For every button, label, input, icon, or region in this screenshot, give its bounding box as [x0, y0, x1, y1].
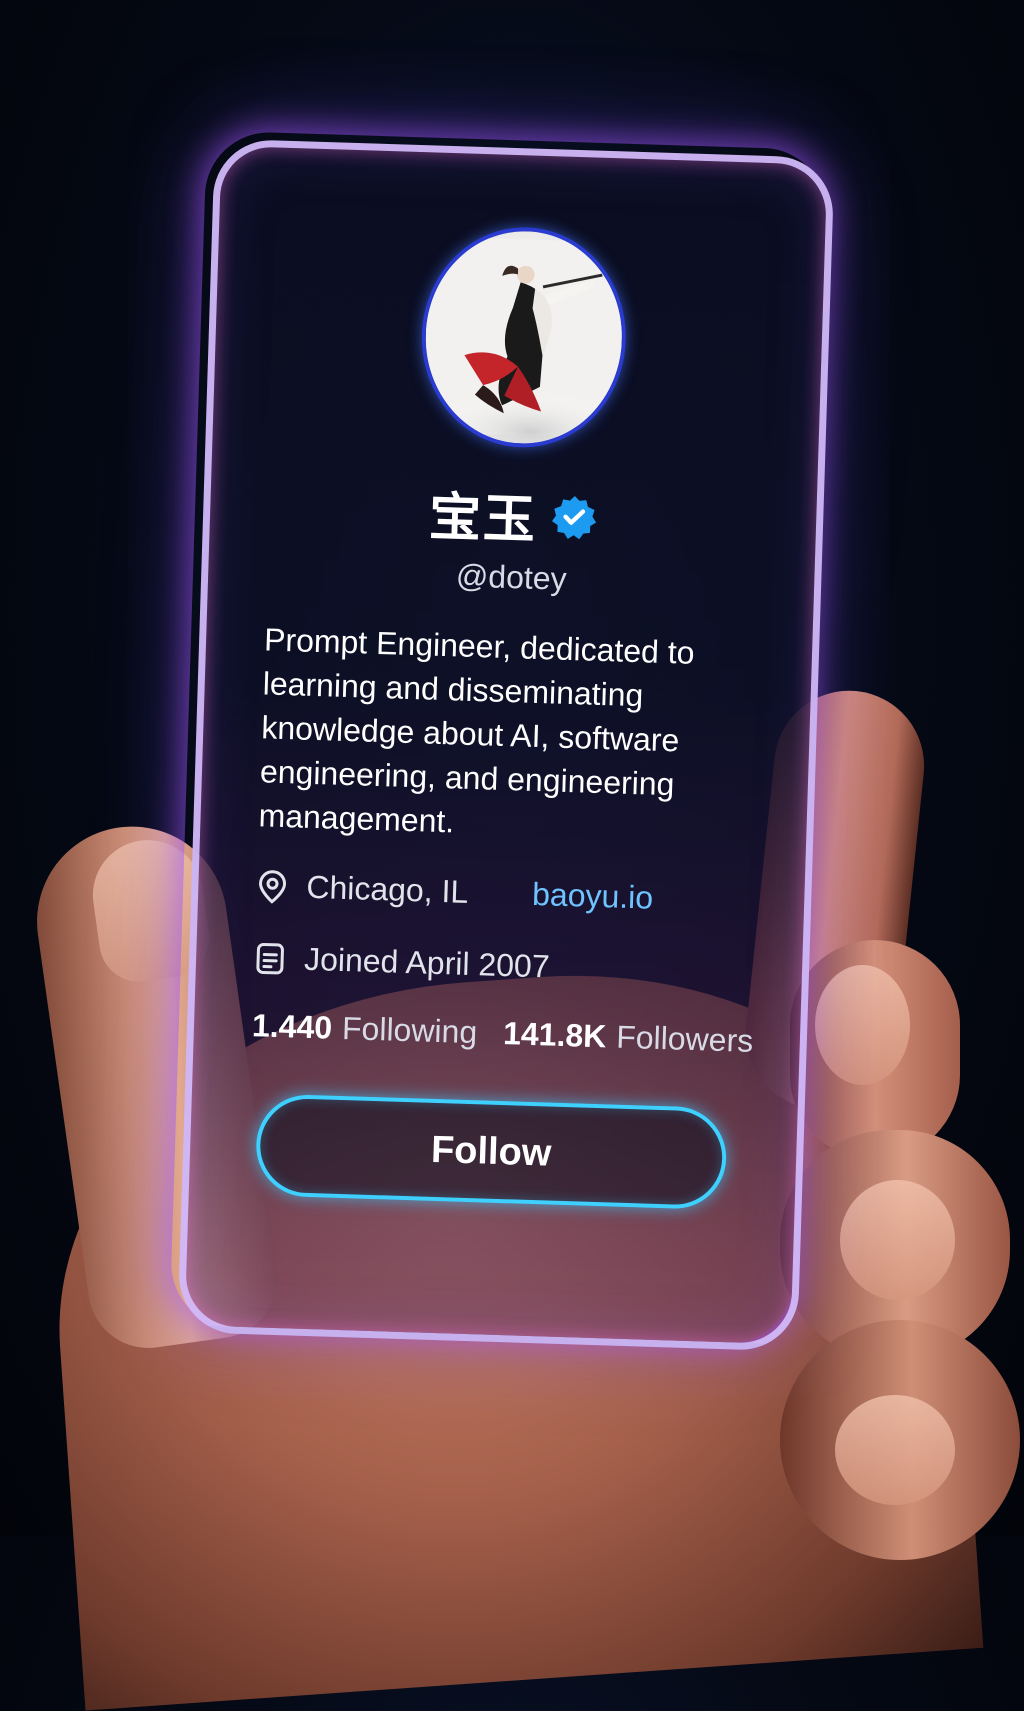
display-name: 宝玉: [428, 474, 538, 552]
profile-bio: Prompt Engineer, dedicated to learning a…: [258, 617, 765, 853]
following-count: 1.440: [251, 1007, 332, 1046]
map-pin-icon: [256, 868, 289, 905]
profile-stats: 1.440 Following 141.8K Followers: [251, 1007, 753, 1060]
fingernail: [815, 965, 910, 1085]
verified-badge-icon: [550, 493, 597, 540]
followers-stat[interactable]: 141.8K Followers: [503, 1015, 754, 1060]
following-stat[interactable]: 1.440 Following: [251, 1007, 477, 1051]
meta-location-row: Chicago, IL baoyu.io: [256, 867, 654, 916]
followers-count: 141.8K: [503, 1015, 607, 1055]
location-text: Chicago, IL: [306, 869, 469, 911]
avatar-illustration: [423, 228, 626, 446]
follow-button[interactable]: Follow: [255, 1093, 728, 1210]
following-label: Following: [342, 1010, 478, 1051]
fingernail: [840, 1180, 955, 1300]
fingernail: [835, 1395, 955, 1505]
followers-label: Followers: [616, 1019, 754, 1060]
meta-joined-row: Joined April 2007: [254, 939, 551, 985]
joined-text: Joined April 2007: [304, 941, 551, 986]
avatar[interactable]: [418, 224, 629, 450]
calendar-icon: [254, 940, 287, 977]
website-link[interactable]: baoyu.io: [532, 876, 654, 917]
profile-card: 宝玉 @dotey Prompt Engineer, dedicated to …: [177, 139, 834, 1352]
